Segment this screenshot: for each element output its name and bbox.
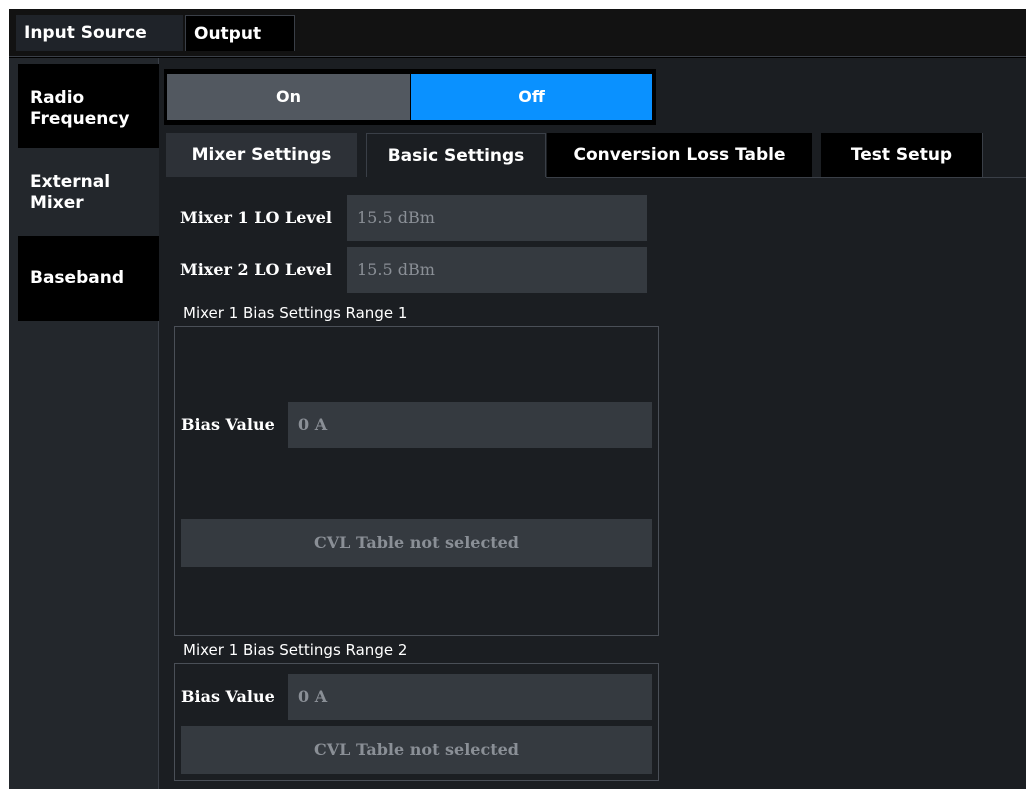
bias-range2-label: Bias Value: [181, 687, 275, 706]
sub-tab-divider: [546, 177, 1026, 178]
toggle-off-button[interactable]: Off: [411, 74, 652, 120]
nav-item-baseband[interactable]: Baseband: [18, 236, 159, 321]
left-nav: Radio Frequency External Mixer Baseband: [9, 58, 159, 789]
tab-test-setup[interactable]: Test Setup: [821, 133, 983, 177]
top-tab-bar: Input Source Output: [9, 9, 1026, 57]
mixer1-lo-level-input[interactable]: 15.5 dBm: [347, 195, 647, 241]
tab-basic-settings[interactable]: Basic Settings: [366, 133, 546, 177]
nav-item-radio-frequency[interactable]: Radio Frequency: [18, 64, 159, 148]
bias-range1-input[interactable]: 0 A: [288, 402, 652, 448]
bias-range2-group: Bias Value 0 A CVL Table not selected: [174, 663, 659, 781]
mixer1-lo-level-label: Mixer 1 LO Level: [180, 208, 332, 227]
mixer2-lo-level-input[interactable]: 15.5 dBm: [347, 247, 647, 293]
bias-range2-title: Mixer 1 Bias Settings Range 2: [183, 641, 408, 659]
dialog-frame: Input Source Output Radio Frequency Exte…: [9, 9, 1026, 789]
mixer2-lo-level-label: Mixer 2 LO Level: [180, 260, 332, 279]
tab-conversion-loss-table[interactable]: Conversion Loss Table: [547, 133, 812, 177]
bias-range1-label: Bias Value: [181, 415, 275, 434]
cvl-table-range2-button[interactable]: CVL Table not selected: [181, 726, 652, 774]
content-area: Radio Frequency External Mixer Baseband …: [9, 58, 1026, 789]
main-panel: On Off Mixer Settings Basic Settings Con…: [160, 58, 1026, 789]
cvl-table-range1-button[interactable]: CVL Table not selected: [181, 519, 652, 567]
toggle-on-button[interactable]: On: [167, 74, 410, 120]
bias-range1-group: Bias Value 0 A CVL Table not selected: [174, 326, 659, 636]
bias-range2-input[interactable]: 0 A: [288, 674, 652, 720]
nav-item-external-mixer[interactable]: External Mixer: [18, 148, 159, 236]
bias-range1-title: Mixer 1 Bias Settings Range 1: [183, 304, 408, 322]
sub-tab-bar: Mixer Settings Basic Settings Conversion…: [166, 133, 1026, 178]
tab-input-source[interactable]: Input Source: [16, 15, 183, 51]
tab-mixer-settings[interactable]: Mixer Settings: [166, 133, 357, 177]
tab-output[interactable]: Output: [185, 15, 295, 51]
on-off-toggle: On Off: [164, 69, 656, 125]
